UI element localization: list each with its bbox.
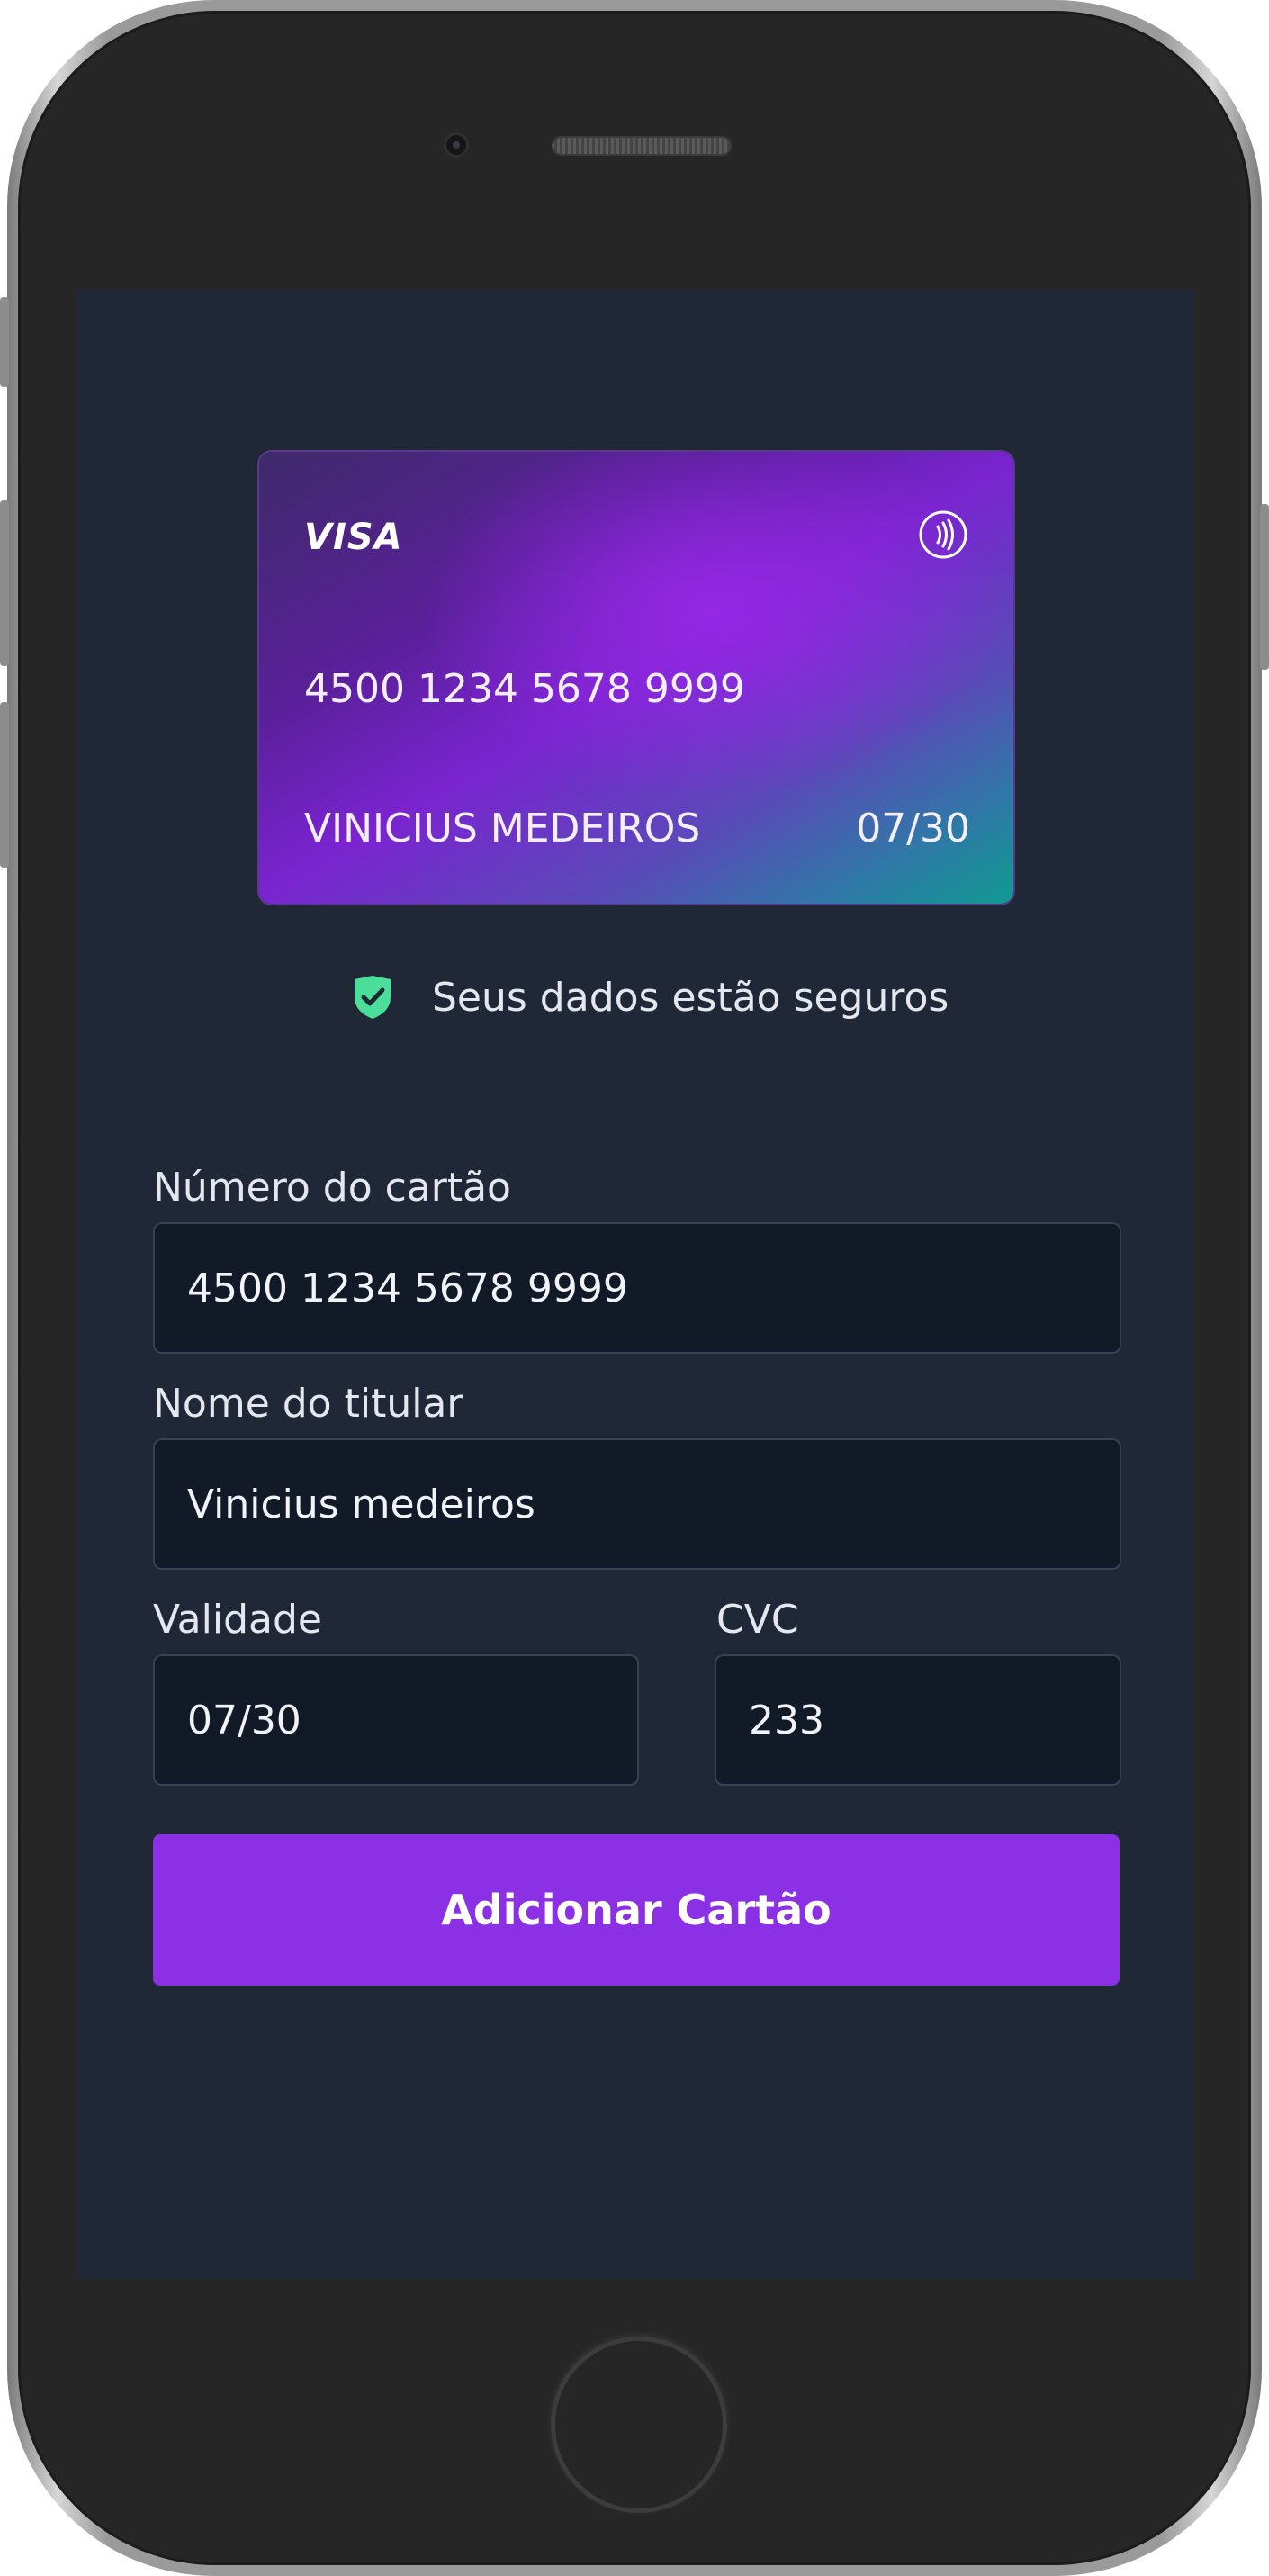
front-camera [446,135,466,155]
expiry-input[interactable]: 07/30 [153,1654,639,1786]
card-number-input[interactable]: 4500 1234 5678 9999 [153,1222,1121,1354]
card-brand-logo: VISA [304,517,403,558]
security-note-text: Seus dados estão seguros [432,974,950,1021]
holder-name-label: Nome do titular [153,1381,464,1427]
app-screen: VISA 4500 1234 5678 9999 VINICIUS MEDEIR… [77,290,1195,2279]
card-number-display: 4500 1234 5678 9999 [304,666,745,712]
cvc-label: CVC [716,1597,799,1643]
shield-check-icon [355,976,391,1019]
card-expiry-display: 07/30 [856,806,970,851]
power-button [1260,504,1269,670]
home-button[interactable] [551,2337,727,2513]
cvc-input[interactable]: 233 [715,1654,1121,1786]
credit-card-preview: VISA 4500 1234 5678 9999 VINICIUS MEDEIR… [259,452,1013,904]
volume-up-button [0,500,9,666]
card-holder-display: VINICIUS MEDEIROS [304,806,701,851]
volume-down-button [0,702,9,868]
earpiece-speaker [552,136,732,156]
mute-switch [0,297,9,387]
nfc-icon [919,510,968,559]
add-card-button[interactable]: Adicionar Cartão [153,1834,1120,1986]
holder-name-input[interactable]: Vinicius medeiros [153,1438,1121,1570]
card-number-label: Número do cartão [153,1165,511,1211]
security-note: Seus dados estão seguros [351,971,949,1023]
phone-frame: VISA 4500 1234 5678 9999 VINICIUS MEDEIR… [7,0,1262,2576]
expiry-label: Validade [153,1597,322,1643]
